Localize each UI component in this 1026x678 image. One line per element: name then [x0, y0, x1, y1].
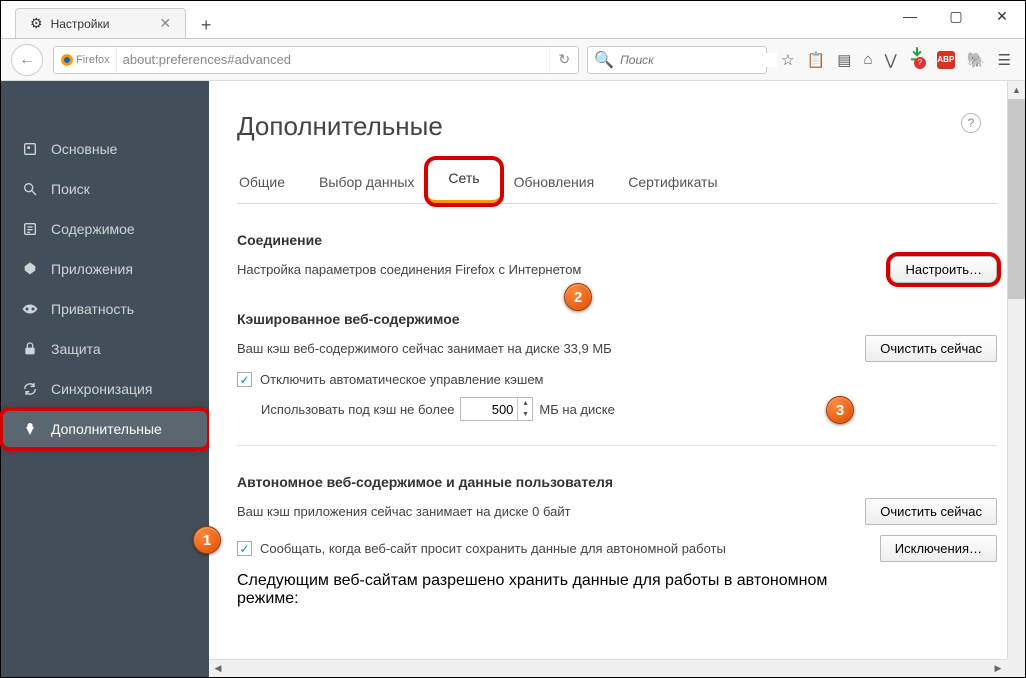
library-icon[interactable]: 📋 — [807, 51, 826, 69]
offline-heading: Автономное веб-содержимое и данные польз… — [237, 474, 997, 490]
minimize-button[interactable]: — — [887, 1, 933, 31]
toolbar-icons: ☆ 📋 ▤ ⌂ ⋁ ? ABP 🐘 ☰ — [781, 46, 1011, 74]
annotation-badge-3: 3 — [826, 396, 854, 424]
clear-offline-button[interactable]: Очистить сейчас — [865, 498, 997, 525]
search-icon: 🔍 — [588, 50, 620, 70]
sidebar-item-security[interactable]: Защита — [1, 329, 209, 369]
vertical-scrollbar[interactable]: ▲ — [1007, 81, 1025, 659]
annotation-badge-1: 1 — [193, 526, 221, 554]
content-area: Основные Поиск Содержимое Приложения При… — [1, 81, 1025, 677]
new-tab-button[interactable]: + — [192, 12, 220, 38]
sidebar-label: Основные — [51, 141, 117, 157]
search-nav-icon — [19, 181, 41, 197]
cached-section: Кэшированное веб-содержимое Ваш кэш веб-… — [237, 311, 997, 421]
tab-data-choices[interactable]: Выбор данных — [317, 164, 416, 203]
scroll-left-icon[interactable]: ◀ — [209, 660, 227, 677]
content-icon — [19, 221, 41, 237]
titlebar: ⚙ Настройки ✕ + — ▢ ✕ — [1, 1, 1025, 39]
scroll-corner — [1007, 659, 1025, 677]
scroll-thumb[interactable] — [1008, 99, 1025, 299]
override-label: Отключить автоматическое управление кэше… — [260, 372, 544, 387]
offline-usage: Ваш кэш приложения сейчас занимает на ди… — [237, 504, 865, 519]
advanced-icon — [19, 421, 41, 437]
search-input[interactable] — [620, 53, 777, 67]
tab-network[interactable]: Сеть — [428, 160, 499, 203]
separator — [237, 445, 997, 446]
sidebar-label: Приватность — [51, 301, 134, 317]
sidebar-label: Приложения — [51, 261, 133, 277]
reload-icon[interactable]: ↻ — [549, 47, 578, 73]
download-icon[interactable]: ? — [909, 46, 925, 74]
offline-section: Автономное веб-содержимое и данные польз… — [237, 474, 997, 608]
extension-icon[interactable]: 🐘 — [967, 51, 986, 69]
apps-icon — [19, 261, 41, 277]
sidebar-label: Поиск — [51, 181, 90, 197]
override-cache-checkbox[interactable]: ✓ — [237, 372, 252, 387]
bookmark-star-icon[interactable]: ☆ — [781, 51, 794, 69]
scroll-up-icon[interactable]: ▲ — [1008, 81, 1025, 99]
preferences-panel: Дополнительные ? Общие Выбор данных Сеть… — [209, 81, 1025, 677]
search-bar[interactable]: 🔍 — [587, 46, 767, 74]
spin-down-icon[interactable]: ▼ — [518, 409, 532, 420]
address-bar[interactable]: Firefox ↻ — [53, 46, 579, 74]
sidebar-label: Синхронизация — [51, 381, 152, 397]
connection-section: Соединение Настройка параметров соединен… — [237, 232, 997, 283]
advanced-tabs: Общие Выбор данных Сеть Обновления Серти… — [237, 164, 997, 204]
cache-usage: Ваш кэш веб-содержимого сейчас занимает … — [237, 341, 865, 356]
sidebar-item-search[interactable]: Поиск — [1, 169, 209, 209]
annotation-badge-2: 2 — [564, 283, 592, 311]
horizontal-scrollbar[interactable]: ◀ ▶ — [209, 659, 1007, 677]
cache-limit-prefix: Использовать под кэш не более — [261, 402, 454, 417]
offline-notify-checkbox[interactable]: ✓ — [237, 541, 252, 556]
tab-certificates[interactable]: Сертификаты — [626, 164, 719, 203]
lock-icon — [19, 341, 41, 357]
gear-icon: ⚙ — [30, 15, 43, 32]
sync-icon — [19, 381, 41, 397]
menu-icon[interactable]: ☰ — [998, 51, 1011, 69]
cache-limit-suffix: МБ на диске — [539, 402, 614, 417]
url-input[interactable] — [117, 52, 550, 67]
sidebar-item-sync[interactable]: Синхронизация — [1, 369, 209, 409]
page-title: Дополнительные — [237, 111, 997, 142]
pocket-icon[interactable]: ⋁ — [885, 51, 897, 69]
cached-heading: Кэшированное веб-содержимое — [237, 311, 997, 327]
tab-general[interactable]: Общие — [237, 164, 287, 203]
close-window-button[interactable]: ✕ — [979, 1, 1025, 31]
spin-up-icon[interactable]: ▲ — [518, 398, 532, 409]
configure-button[interactable]: Настроить… — [890, 256, 997, 283]
url-toolbar: ← Firefox ↻ 🔍 ☆ 📋 ▤ ⌂ ⋁ ? ABP 🐘 ☰ — [1, 39, 1025, 81]
preferences-sidebar: Основные Поиск Содержимое Приложения При… — [1, 81, 209, 677]
help-icon[interactable]: ? — [961, 113, 981, 133]
sidebar-toggle-icon[interactable]: ▤ — [837, 51, 851, 69]
sidebar-item-advanced[interactable]: Дополнительные — [1, 409, 209, 449]
scroll-right-icon[interactable]: ▶ — [989, 660, 1007, 677]
sidebar-item-content[interactable]: Содержимое — [1, 209, 209, 249]
connection-heading: Соединение — [237, 232, 997, 248]
tab-updates[interactable]: Обновления — [512, 164, 597, 203]
back-button[interactable]: ← — [11, 44, 43, 76]
browser-tab[interactable]: ⚙ Настройки ✕ — [15, 8, 186, 38]
tab-title: Настройки — [51, 17, 110, 31]
cache-limit-field[interactable]: ▲▼ — [460, 397, 533, 421]
privacy-icon — [19, 303, 41, 315]
offline-allowed-text: Следующим веб-сайтам разрешено хранить д… — [237, 572, 837, 608]
sidebar-item-applications[interactable]: Приложения — [1, 249, 209, 289]
adblock-icon[interactable]: ABP — [937, 51, 955, 69]
sidebar-label: Защита — [51, 341, 101, 357]
sidebar-label: Содержимое — [51, 221, 135, 237]
connection-desc: Настройка параметров соединения Firefox … — [237, 262, 890, 277]
window-controls: — ▢ ✕ — [887, 1, 1025, 31]
firefox-identity-icon: Firefox — [54, 47, 117, 73]
maximize-button[interactable]: ▢ — [933, 1, 979, 31]
exceptions-button[interactable]: Исключения… — [880, 535, 997, 562]
clear-cache-button[interactable]: Очистить сейчас — [865, 335, 997, 362]
sidebar-item-privacy[interactable]: Приватность — [1, 289, 209, 329]
tab-close-icon[interactable]: ✕ — [159, 15, 171, 32]
home-icon[interactable]: ⌂ — [863, 51, 872, 68]
sidebar-label: Дополнительные — [51, 421, 162, 437]
sidebar-item-general[interactable]: Основные — [1, 129, 209, 169]
offline-notify-label: Сообщать, когда веб-сайт просит сохранит… — [260, 541, 726, 556]
cache-limit-input[interactable] — [461, 402, 517, 417]
general-icon — [19, 141, 41, 157]
